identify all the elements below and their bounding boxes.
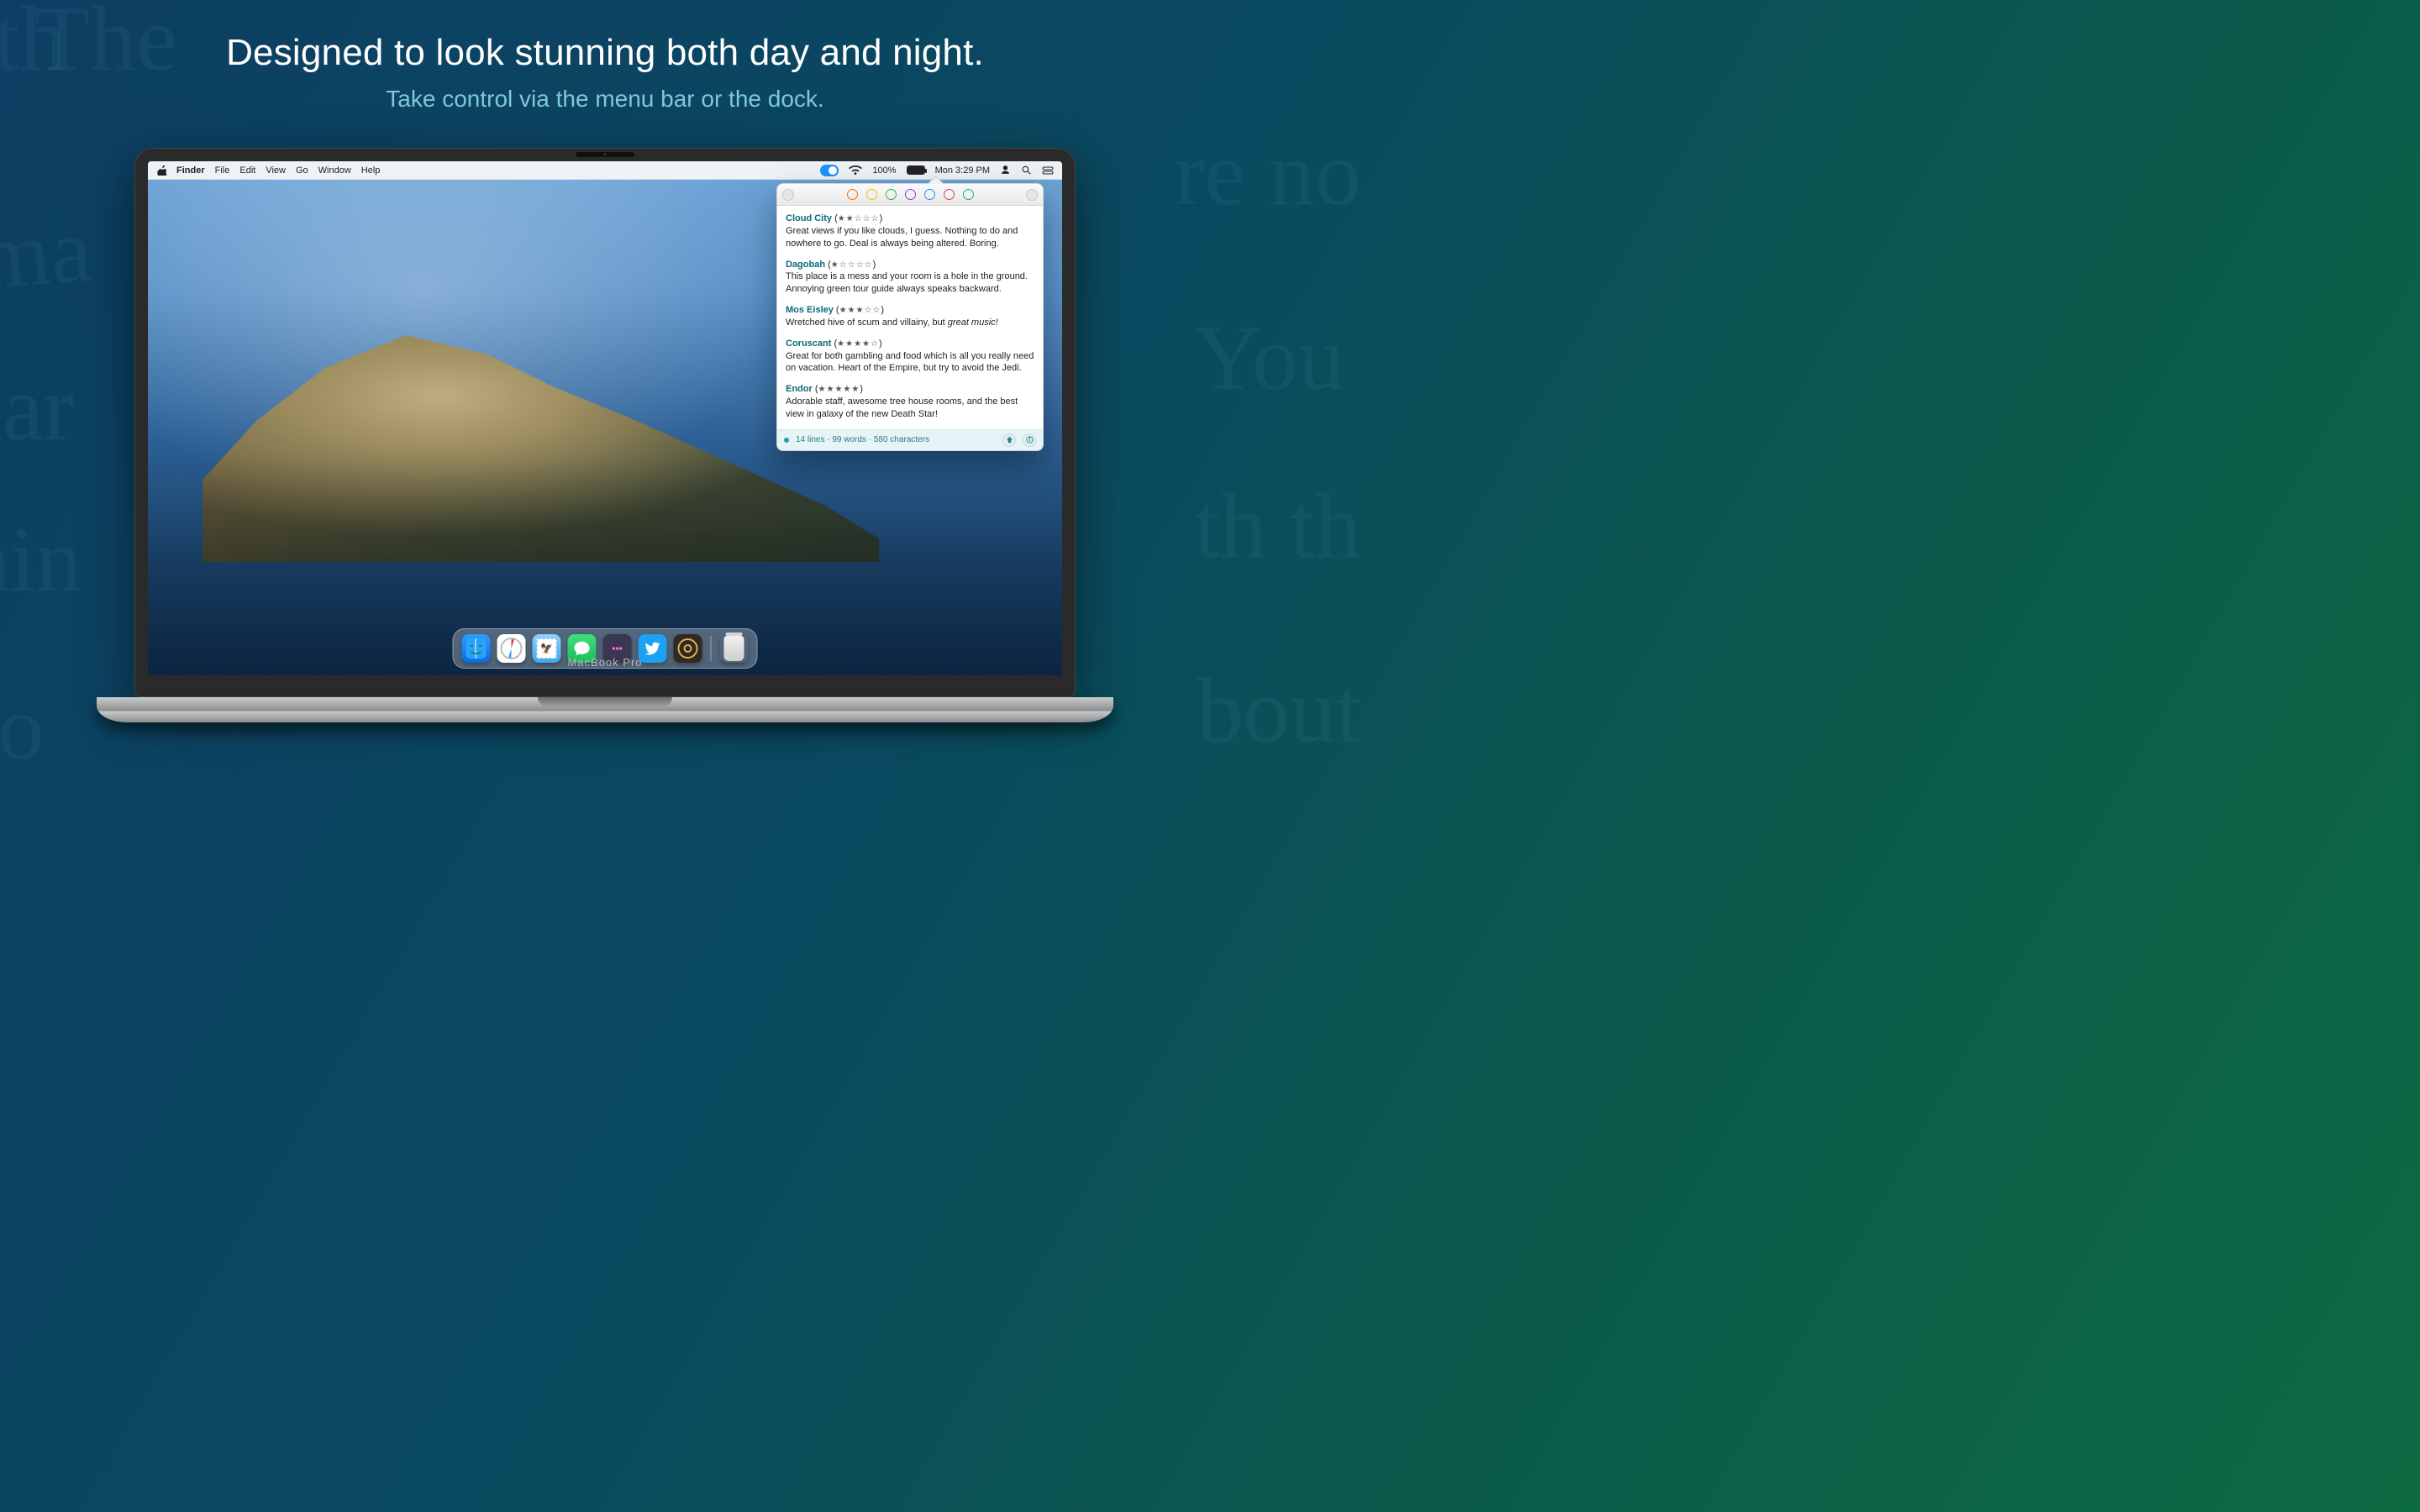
popover-info-icon[interactable] [1023,433,1036,447]
entry-body: Wretched hive of scum and villainy, but … [786,318,998,328]
marketing-headline: Designed to look stunning both day and n… [0,32,1210,74]
menubar-item-edit[interactable]: Edit [239,165,255,176]
menubar-item-window[interactable]: Window [318,165,351,176]
entry-rating: ★★★☆☆ [839,306,881,315]
bg-word: e thin [0,504,82,615]
popover-settings-button[interactable] [1026,189,1038,201]
bg-word: olema [0,194,95,320]
note-entry: Endor (★★★★★) Adorable staff, awesome tr… [786,383,1034,421]
laptop-mock: Finder File Edit View Go Window Help 100… [134,148,1076,722]
note-entry: Dagobah (★☆☆☆☆) This place is a mess and… [786,259,1034,297]
wifi-icon[interactable] [849,165,862,176]
app-popover: Cloud City (★★☆☆☆) Great views if you li… [776,183,1044,451]
entry-title: Mos Eisley [786,305,834,315]
desktop-wallpaper: Finder File Edit View Go Window Help 100… [148,161,1062,675]
user-icon[interactable] [1000,165,1011,176]
bg-word: bout [1197,655,1361,766]
note-entry: Cloud City (★★☆☆☆) Great views if you li… [786,213,1034,250]
entry-rating: ★★★★☆ [837,339,879,349]
entry-body: Great views if you like clouds, I guess.… [786,226,1018,249]
note-entry: Mos Eisley (★★★☆☆) Wretched hive of scum… [786,304,1034,329]
color-swatch-blue[interactable] [924,189,935,200]
entry-title: Dagobah [786,260,825,270]
color-swatch-orange[interactable] [847,189,858,200]
color-swatch-red[interactable] [944,189,955,200]
entry-rating: ★☆☆☆☆ [831,260,873,270]
color-swatch-green[interactable] [886,189,897,200]
entry-rating: ★★☆☆☆ [838,214,880,223]
popover-toolbar [777,184,1043,206]
popover-close-button[interactable] [782,189,794,201]
color-swatch-purple[interactable] [905,189,916,200]
bg-word: nd o [0,672,45,783]
entry-title: Cloud City [786,213,832,223]
bg-word: You [1195,302,1344,413]
menubar-item-go[interactable]: Go [296,165,308,176]
menubar-app-name[interactable]: Finder [176,165,205,176]
control-center-icon[interactable] [1042,165,1054,176]
menubar-extra-app-icon[interactable] [820,165,839,176]
battery-icon[interactable] [907,165,925,175]
apple-menu-icon[interactable] [156,165,166,176]
entry-body: Adorable staff, awesome tree house rooms… [786,396,1018,419]
popover-status-bar: 14 lines · 99 words · 580 characters [777,429,1043,450]
menubar-item-help[interactable]: Help [361,165,381,176]
laptop-base [97,697,1113,722]
color-swatch-teal[interactable] [963,189,974,200]
entry-title: Endor [786,384,813,394]
popover-action-up-icon[interactable] [1002,433,1016,447]
spotlight-icon[interactable] [1021,165,1032,176]
color-swatch-yellow[interactable] [866,189,877,200]
bg-word: squar [0,353,74,464]
bg-word: th th [1194,470,1361,581]
hardware-label: MacBook Pro [134,656,1076,669]
marketing-subhead: Take control via the menu bar or the doc… [0,86,1210,113]
status-dot-icon [784,438,789,443]
menubar-item-view[interactable]: View [266,165,286,176]
entry-title: Coruscant [786,339,831,349]
menubar-item-file[interactable]: File [215,165,230,176]
camera-notch [576,152,634,157]
popover-body[interactable]: Cloud City (★★☆☆☆) Great views if you li… [777,206,1043,429]
entry-rating: ★★★★★ [818,385,860,394]
note-entry: Coruscant (★★★★☆) Great for both gamblin… [786,338,1034,375]
menubar-clock: Mon 3:29 PM [935,165,990,176]
menubar-battery-text: 100% [872,165,896,176]
bg-word: re no [1174,118,1361,228]
popover-status-text: 14 lines · 99 words · 580 characters [796,435,929,444]
entry-body: Great for both gambling and food which i… [786,351,1034,374]
entry-body: This place is a mess and your room is a … [786,271,1028,294]
menu-bar: Finder File Edit View Go Window Help 100… [148,161,1062,180]
